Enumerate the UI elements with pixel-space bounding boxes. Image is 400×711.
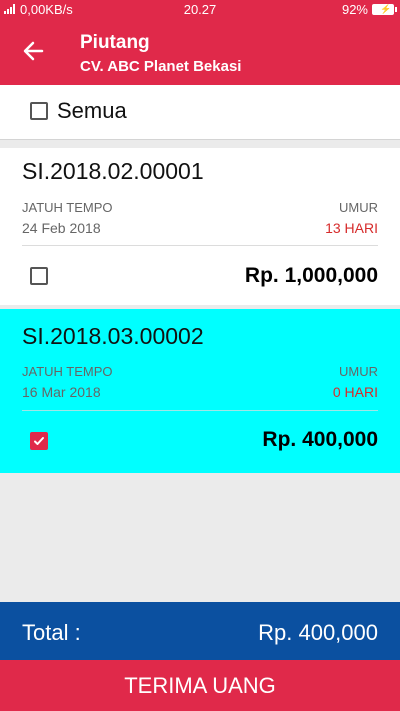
total-label: Total : bbox=[22, 620, 81, 645]
card-divider bbox=[22, 245, 378, 246]
invoice-amount: Rp. 400,000 bbox=[262, 428, 378, 451]
due-date-label: JATUH TEMPO bbox=[22, 364, 113, 379]
due-date: 16 Mar 2018 bbox=[22, 384, 101, 400]
select-all-row[interactable]: Semua bbox=[0, 85, 400, 140]
invoice-amount: Rp. 1,000,000 bbox=[244, 264, 378, 287]
invoice-card-selected[interactable]: SI.2018.03.00002 JATUH TEMPO UMUR 16 Mar… bbox=[0, 309, 400, 473]
app-bar: Piutang CV. ABC Planet Bekasi bbox=[0, 20, 400, 85]
age-value: 13 HARI bbox=[325, 220, 378, 236]
invoice-number: SI.2018.03.00002 bbox=[22, 323, 204, 349]
invoice-checkbox-checked[interactable] bbox=[30, 432, 48, 450]
invoice-card[interactable]: SI.2018.02.00001 JATUH TEMPO UMUR 24 Feb… bbox=[0, 148, 400, 305]
age-label: UMUR bbox=[339, 364, 378, 379]
invoice-checkbox[interactable] bbox=[30, 267, 48, 285]
battery-icon: ⚡ bbox=[372, 4, 397, 15]
due-date-label: JATUH TEMPO bbox=[22, 200, 113, 215]
total-value: Rp. 400,000 bbox=[258, 620, 378, 645]
back-arrow-icon[interactable] bbox=[18, 36, 48, 66]
invoice-number: SI.2018.02.00001 bbox=[22, 158, 204, 184]
select-all-label: Semua bbox=[57, 98, 127, 123]
due-date: 24 Feb 2018 bbox=[22, 220, 101, 236]
status-bar: 0,00KB/s 20.27 92% ⚡ bbox=[0, 0, 400, 20]
page-subtitle: CV. ABC Planet Bekasi bbox=[80, 58, 242, 75]
page-title: Piutang bbox=[80, 32, 150, 53]
total-bar: Total : Rp. 400,000 bbox=[0, 602, 400, 660]
status-time: 20.27 bbox=[183, 2, 217, 17]
battery-percent: 92% bbox=[341, 2, 368, 17]
receive-money-button[interactable]: TERIMA UANG bbox=[0, 660, 400, 711]
age-value: 0 HARI bbox=[332, 384, 378, 400]
age-label: UMUR bbox=[339, 200, 378, 215]
card-divider bbox=[22, 410, 378, 411]
select-all-checkbox[interactable] bbox=[30, 102, 48, 120]
status-right: 92% ⚡ bbox=[341, 2, 397, 17]
checkmark-icon bbox=[34, 437, 44, 445]
